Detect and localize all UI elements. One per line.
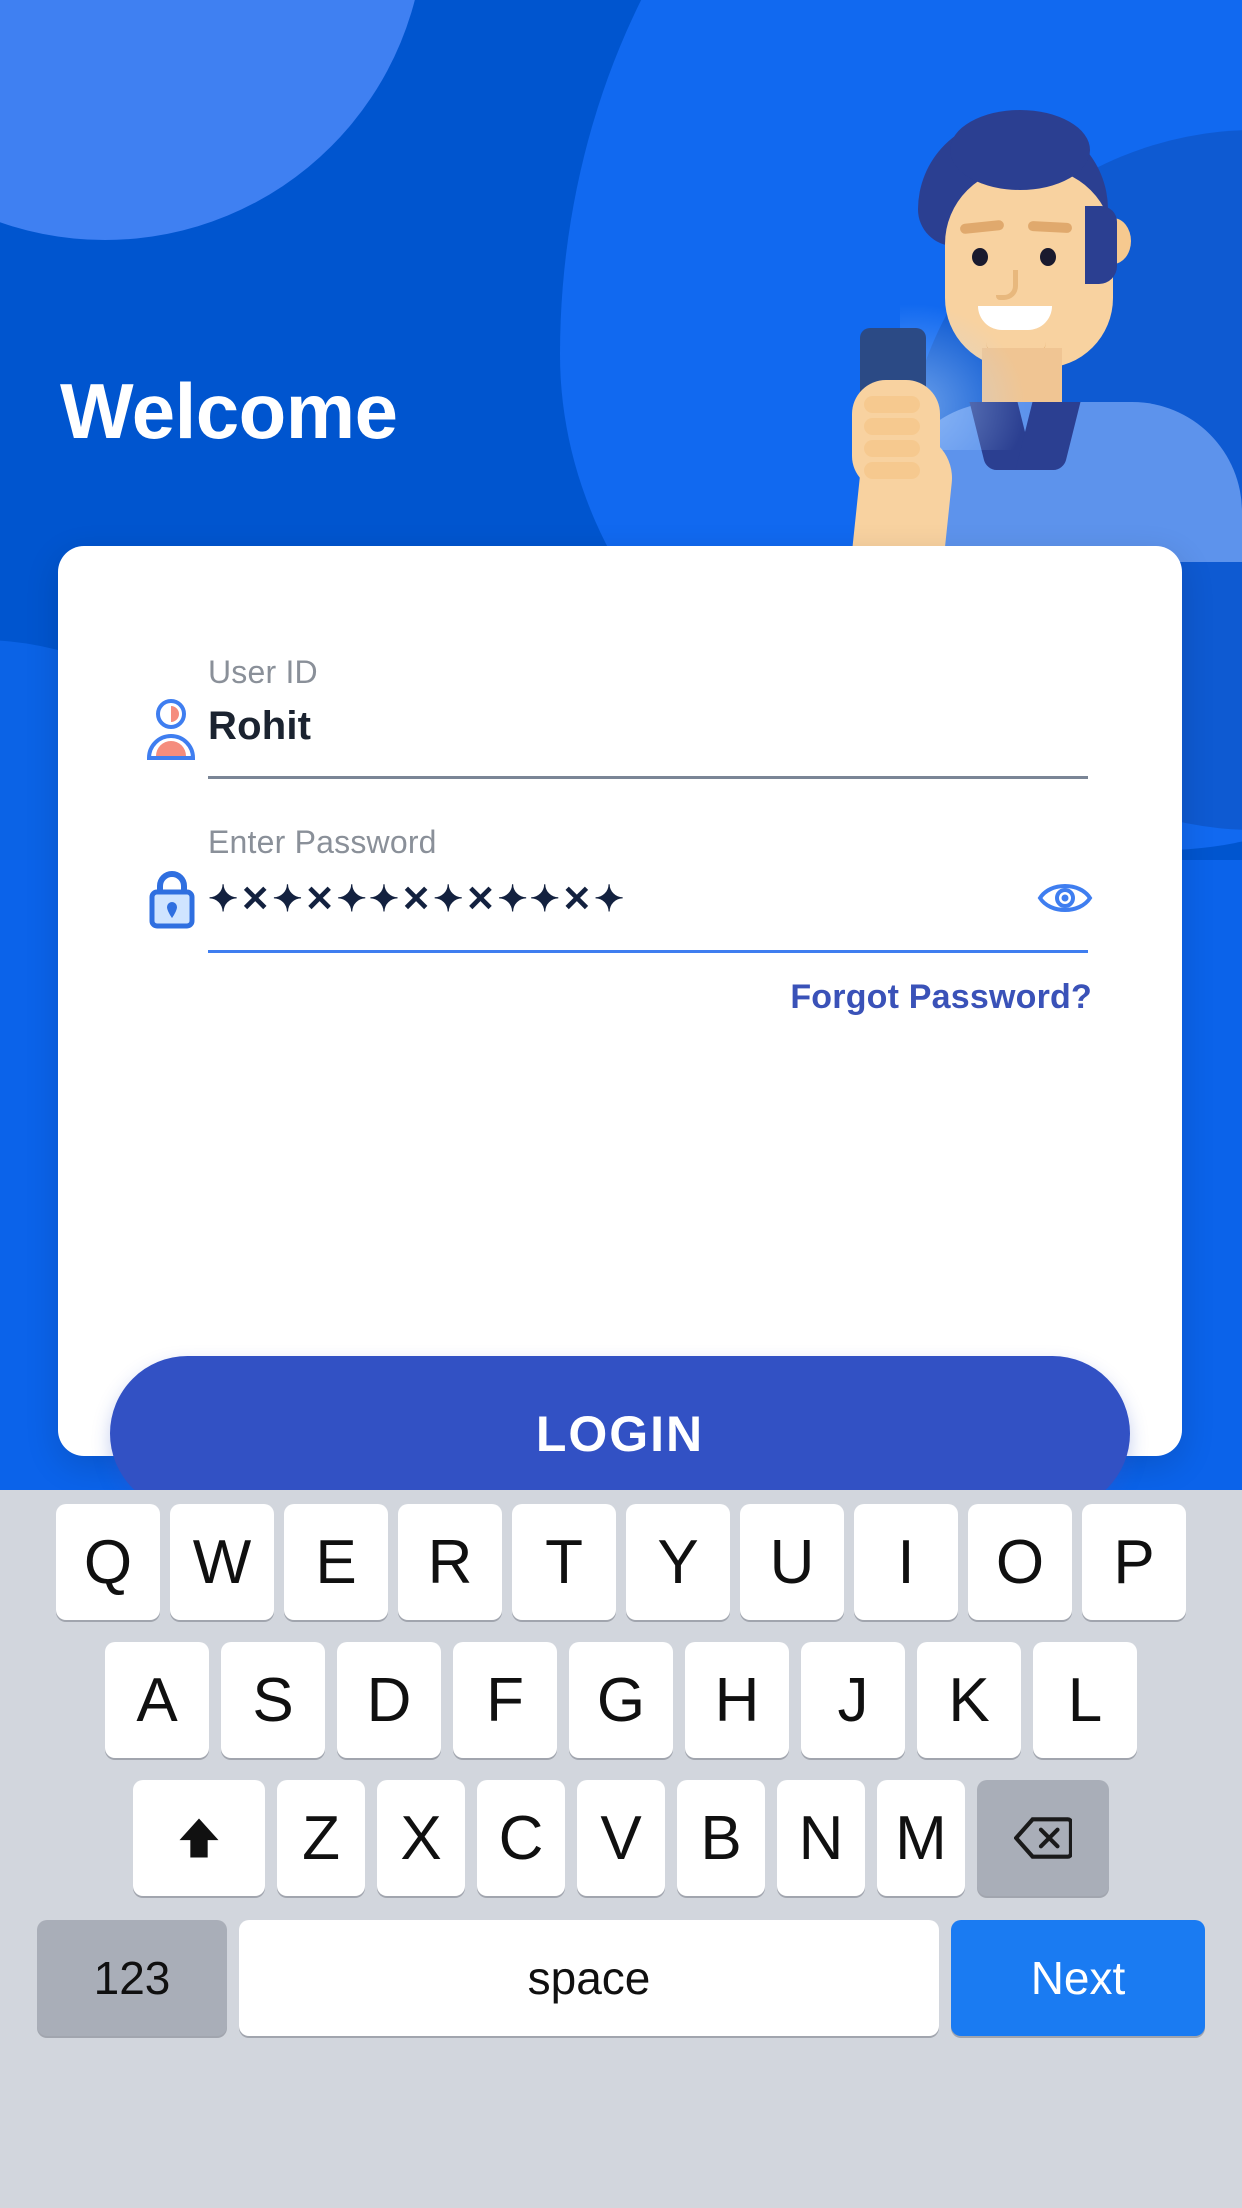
illustration-finger-1 <box>864 396 920 413</box>
keyboard-row-1: QWERTYUIOP <box>0 1504 1242 1620</box>
key-k[interactable]: K <box>917 1642 1021 1758</box>
lock-icon <box>142 866 202 930</box>
key-z[interactable]: Z <box>277 1780 365 1896</box>
key-e[interactable]: E <box>284 1504 388 1620</box>
password-underline <box>208 950 1088 953</box>
shift-key[interactable] <box>133 1780 265 1896</box>
key-d[interactable]: D <box>337 1642 441 1758</box>
key-t[interactable]: T <box>512 1504 616 1620</box>
key-o[interactable]: O <box>968 1504 1072 1620</box>
key-u[interactable]: U <box>740 1504 844 1620</box>
user-id-input[interactable] <box>208 704 908 749</box>
key-f[interactable]: F <box>453 1642 557 1758</box>
user-id-underline <box>208 776 1088 779</box>
password-label: Enter Password <box>208 824 437 860</box>
backspace-key[interactable] <box>977 1780 1109 1896</box>
backspace-icon <box>1014 1817 1072 1859</box>
key-p[interactable]: P <box>1082 1504 1186 1620</box>
person-icon <box>142 698 200 760</box>
login-card: User ID Enter Password ✦✕✦✕✦✦✕✦✕✦✦✕✦ <box>58 546 1182 1511</box>
man-holding-phone-illustration <box>800 110 1242 567</box>
page-title: Welcome <box>60 367 398 455</box>
next-key[interactable]: Next <box>951 1920 1205 2036</box>
key-g[interactable]: G <box>569 1642 673 1758</box>
key-y[interactable]: Y <box>626 1504 730 1620</box>
key-n[interactable]: N <box>777 1780 865 1896</box>
key-w[interactable]: W <box>170 1504 274 1620</box>
decorative-blob-top-left <box>0 0 425 240</box>
space-key[interactable]: space <box>239 1920 939 2036</box>
key-x[interactable]: X <box>377 1780 465 1896</box>
keyboard-row-3: ZXCVBNM <box>0 1780 1242 1896</box>
key-m[interactable]: M <box>877 1780 965 1896</box>
key-r[interactable]: R <box>398 1504 502 1620</box>
key-j[interactable]: J <box>801 1642 905 1758</box>
key-l[interactable]: L <box>1033 1642 1137 1758</box>
key-i[interactable]: I <box>854 1504 958 1620</box>
key-c[interactable]: C <box>477 1780 565 1896</box>
illustration-sideburn <box>1085 206 1117 284</box>
numbers-key[interactable]: 123 <box>37 1920 227 2036</box>
password-masked-value[interactable]: ✦✕✦✕✦✦✕✦✕✦✦✕✦ <box>208 878 626 920</box>
illustration-eye-left <box>972 248 988 266</box>
illustration-finger-2 <box>864 418 920 435</box>
key-v[interactable]: V <box>577 1780 665 1896</box>
illustration-hair-top <box>950 110 1090 190</box>
login-button[interactable]: LOGIN <box>110 1356 1130 1511</box>
shift-arrow-icon <box>179 1818 219 1858</box>
illustration-finger-4 <box>864 462 920 479</box>
key-q[interactable]: Q <box>56 1504 160 1620</box>
keyboard-row-4: 123 space Next <box>0 1920 1242 2036</box>
illustration-finger-3 <box>864 440 920 457</box>
key-s[interactable]: S <box>221 1642 325 1758</box>
key-a[interactable]: A <box>105 1642 209 1758</box>
on-screen-keyboard: QWERTYUIOP ASDFGHJKL ZXCVBNM 123 space N… <box>0 1490 1242 2208</box>
eye-icon[interactable] <box>1036 878 1094 918</box>
keyboard-row-2: ASDFGHJKL <box>0 1642 1242 1758</box>
key-h[interactable]: H <box>685 1642 789 1758</box>
illustration-eye-right <box>1040 248 1056 266</box>
login-screen: Welcome User ID Rohit Enter Password ✦✕✦… <box>0 0 1242 2208</box>
login-button-container: LOGIN <box>58 1046 1182 1516</box>
key-b[interactable]: B <box>677 1780 765 1896</box>
user-id-label: User ID <box>208 654 318 690</box>
forgot-password-link[interactable]: Forgot Password? <box>790 978 1092 1017</box>
